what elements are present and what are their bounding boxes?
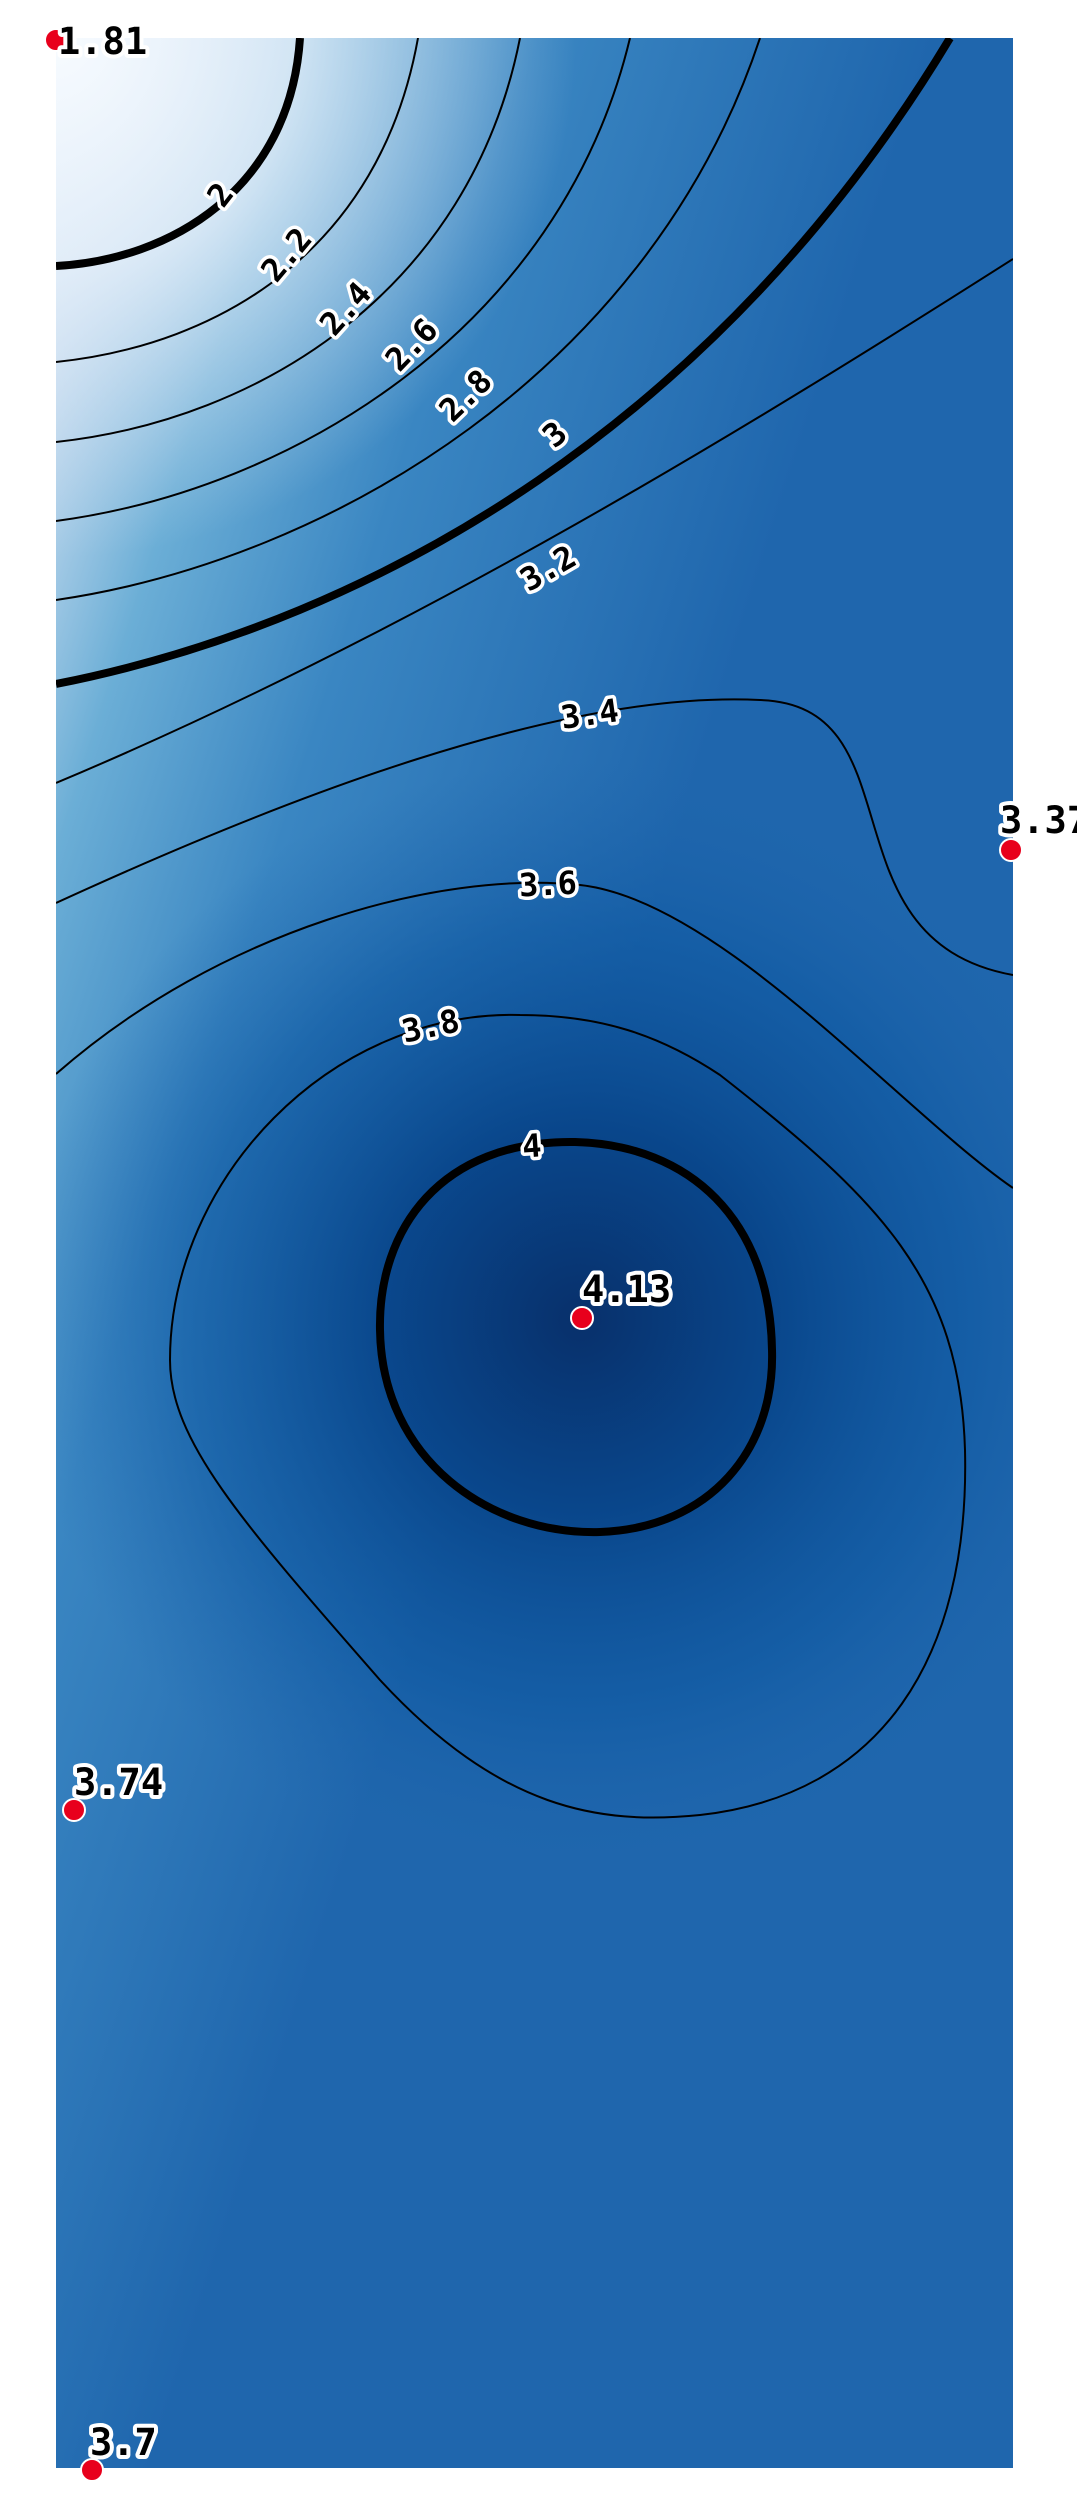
sample-point-label-p4: 3.74 xyxy=(74,1761,163,1804)
contour-label-3.4: 3.4 xyxy=(558,691,621,737)
sample-point-label-p1: 1.81 xyxy=(58,20,147,63)
contour-map-svg: 2 2.2 2.4 2.6 2.8 3 3.2 3.4 3.6 3.8 4 1.… xyxy=(44,16,1077,2482)
sample-point-label-p2: 3.37 xyxy=(1000,799,1077,842)
sample-point-label-p5: 3.7 xyxy=(90,2421,157,2464)
sample-point-label-p3: 4.13 xyxy=(582,1268,671,1311)
contour-label-3.6: 3.6 xyxy=(518,864,578,905)
map-field xyxy=(56,38,1013,2468)
sample-point-p2[interactable] xyxy=(999,838,1023,862)
contour-label-4: 4 xyxy=(521,1126,543,1165)
contour-map: 2 2.2 2.4 2.6 2.8 3 3.2 3.4 3.6 3.8 4 1.… xyxy=(0,0,1077,2503)
field-corner-shade xyxy=(56,38,1013,2468)
